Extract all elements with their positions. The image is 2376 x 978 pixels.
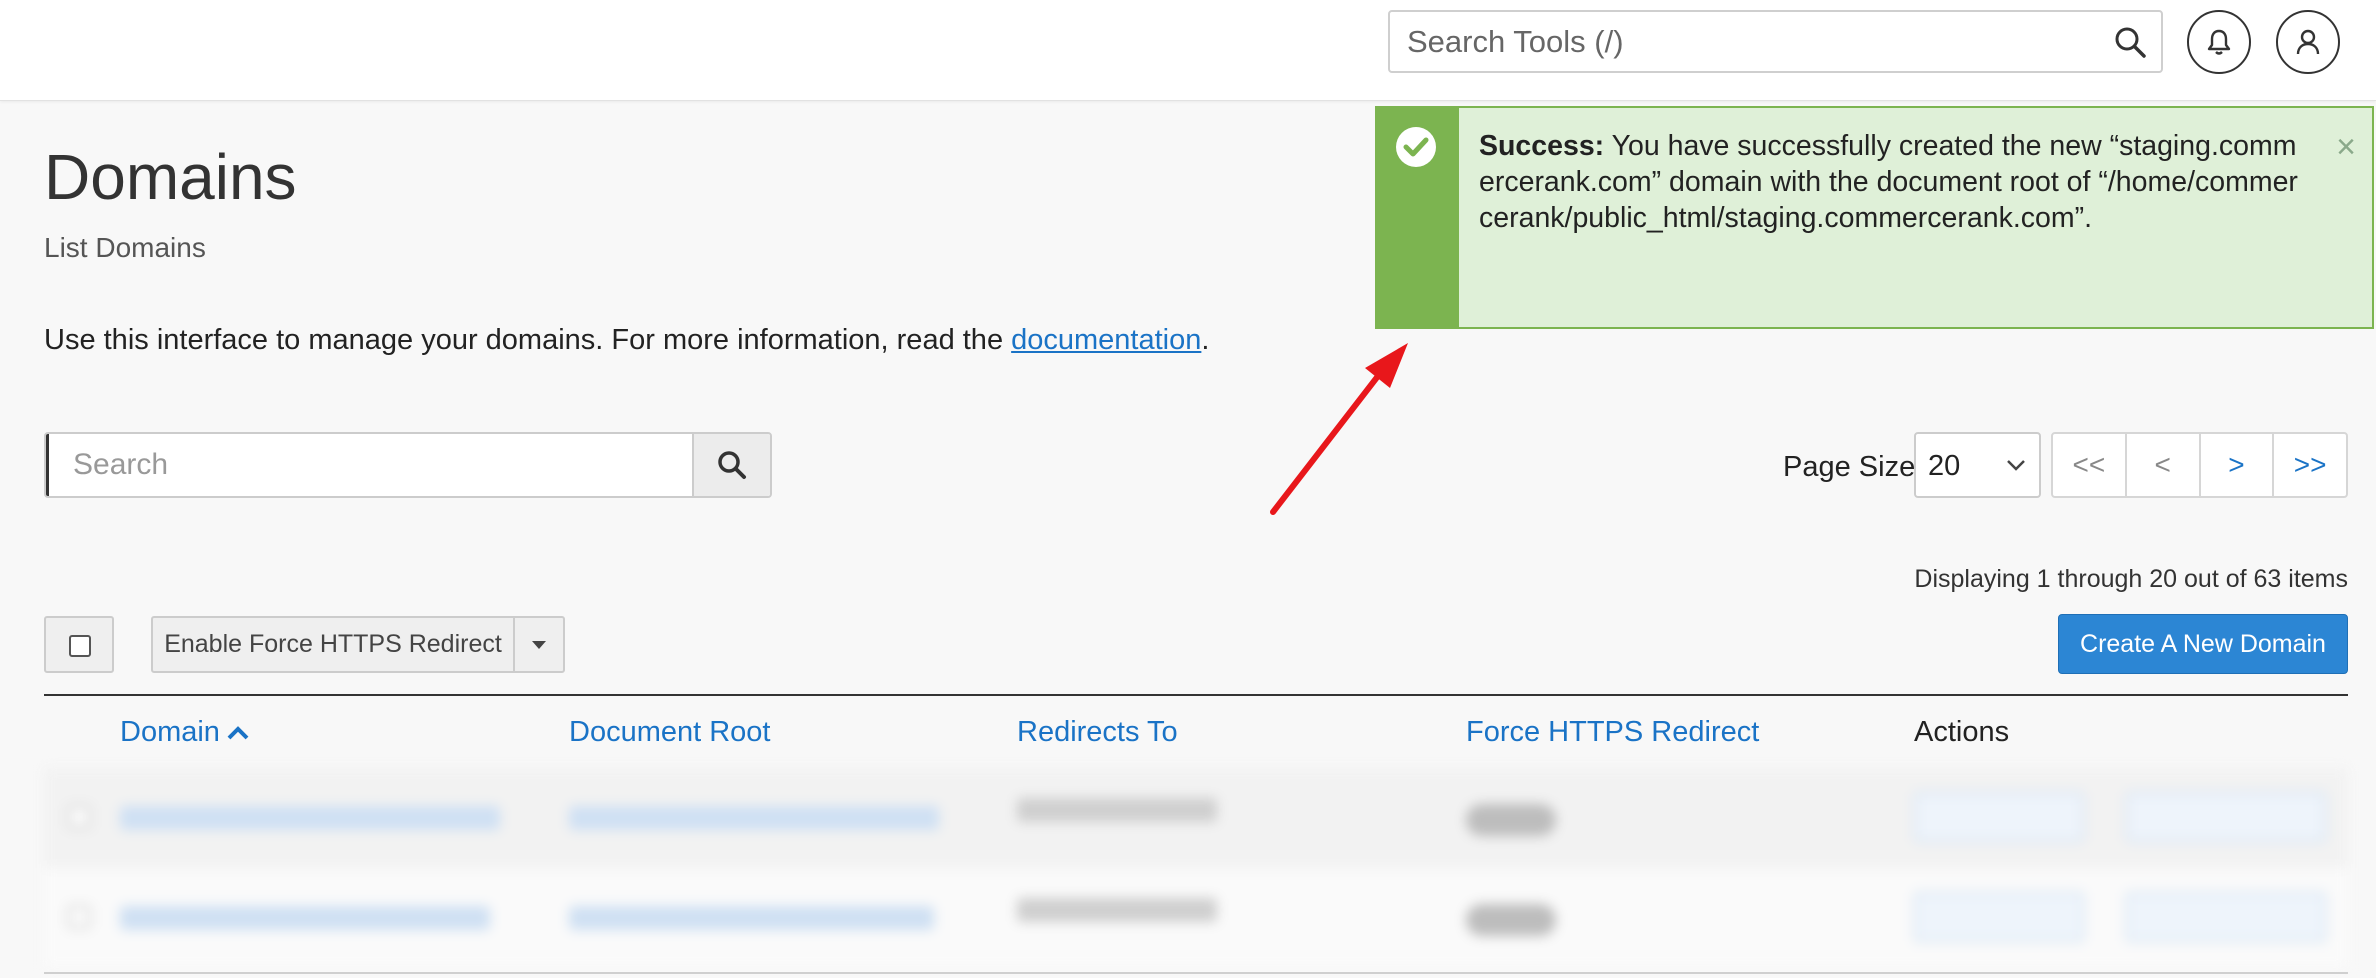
alert-label: Success: [1479,130,1605,162]
domain-search-box[interactable] [44,432,772,498]
table-bottom-border [44,972,2348,974]
header-document-root[interactable]: Document Root [569,716,771,749]
page-size-label: Page Size [1783,451,1916,483]
display-count: Displaying 1 through 20 out of 63 items [1914,565,2348,593]
check-circle-icon [1396,127,1436,167]
search-icon [718,451,746,479]
header-domain-label: Domain [120,716,220,748]
page-size-value: 20 [1928,450,1961,482]
header-redirects-to[interactable]: Redirects To [1017,716,1178,749]
page-title: Domains [44,141,297,213]
row-checkbox[interactable] [68,906,90,928]
row-https-toggle[interactable] [1466,904,1556,936]
row-redirects-to [1017,798,1217,822]
domains-table: Domain Document Root Redirects To Force … [44,694,2348,978]
alert-message: Success: You have successfully created t… [1479,128,2309,236]
sort-ascending-icon [227,726,249,740]
domain-search-input[interactable] [46,434,694,496]
close-icon[interactable]: × [2336,130,2356,164]
success-alert: Success: You have successfully created t… [1375,106,2374,329]
row-domain-link[interactable] [120,906,490,930]
row-domain-link[interactable] [120,806,500,830]
row-document-root-link[interactable] [569,806,939,830]
user-menu-button[interactable] [2276,10,2340,74]
row-manage-button[interactable] [1914,892,2084,942]
header-force-https[interactable]: Force HTTPS Redirect [1466,716,1759,749]
next-page-button[interactable]: > [2201,434,2275,496]
row-manage-button[interactable] [1914,792,2084,842]
row-https-toggle[interactable] [1466,804,1556,836]
intro-text-end: . [1201,324,1210,356]
intro-text-body: Use this interface to manage your domain… [44,324,1012,356]
previous-page-button[interactable]: < [2127,434,2201,496]
intro-text: Use this interface to manage your domain… [44,324,1209,357]
table-row [44,768,2348,868]
page-size-select[interactable]: 20 [1914,432,2041,498]
notifications-button[interactable] [2187,10,2251,74]
tool-search-box[interactable] [1388,10,2163,73]
table-body-blurred [44,768,2348,978]
alert-stripe [1377,108,1459,327]
row-document-root-link[interactable] [569,906,934,930]
https-dropdown-toggle[interactable] [513,616,565,673]
tool-search-input[interactable] [1390,12,2090,71]
table-row [44,868,2348,968]
documentation-link[interactable]: documentation [1011,324,1201,356]
first-page-button[interactable]: << [2053,434,2127,496]
top-bar [0,0,2376,101]
select-all-wrapper [44,616,114,673]
row-secondary-button[interactable] [2126,892,2326,942]
enable-force-https-button[interactable]: Enable Force HTTPS Redirect [151,616,515,673]
last-page-button[interactable]: >> [2274,434,2346,496]
header-actions: Actions [1914,716,2010,748]
bell-icon [2207,29,2231,55]
domain-search-button[interactable] [692,434,770,496]
page-subtitle: List Domains [44,232,206,263]
pagination-controls: << < > >> [2051,432,2348,498]
user-icon [2296,29,2320,55]
annotation-arrow [1270,343,1408,515]
create-domain-button[interactable]: Create A New Domain [2058,614,2348,674]
row-checkbox[interactable] [68,806,90,828]
header-domain[interactable]: Domain [120,716,250,749]
search-icon[interactable] [2113,25,2147,59]
row-redirects-to [1017,898,1217,922]
select-all-checkbox[interactable] [69,635,91,657]
caret-down-icon [532,640,546,649]
chevron-down-icon [2007,460,2025,471]
row-secondary-button[interactable] [2126,792,2326,842]
table-header: Domain Document Root Redirects To Force … [44,694,2348,768]
